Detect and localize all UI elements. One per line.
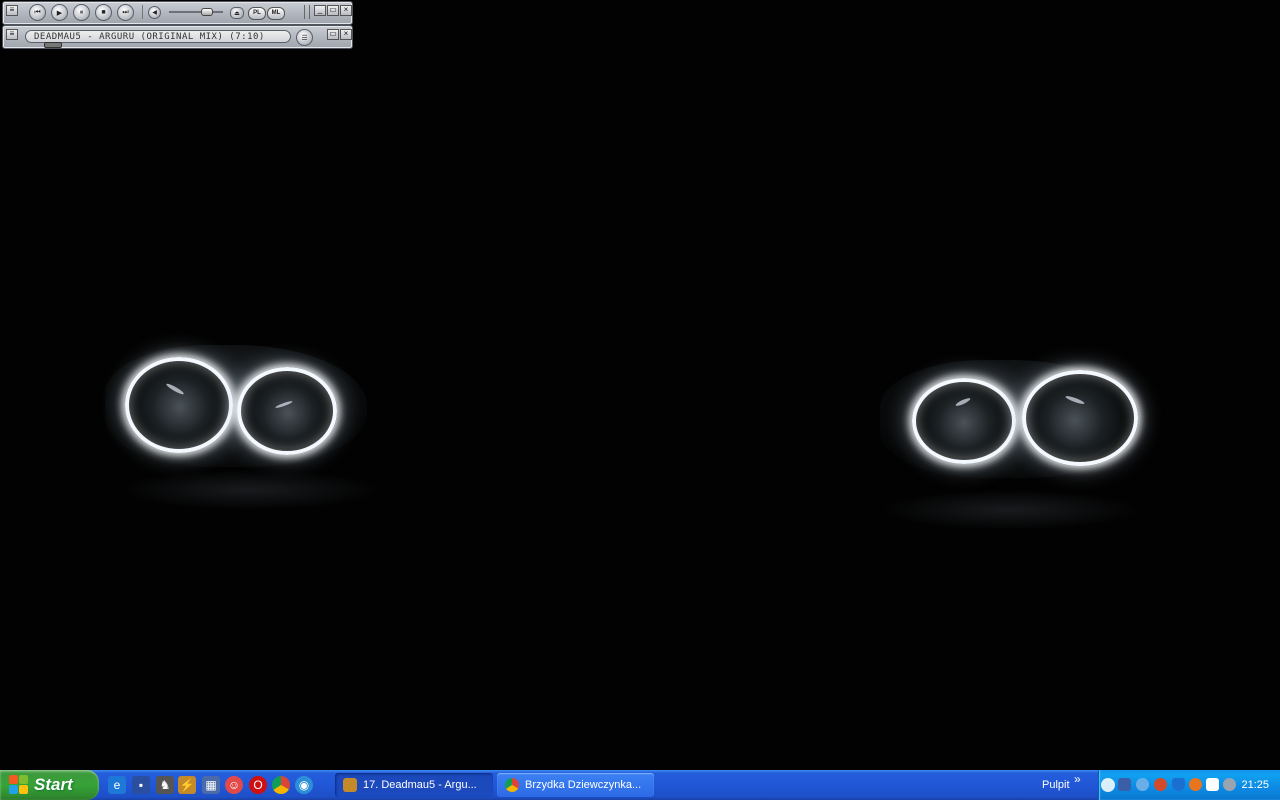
task-winamp[interactable]: 17. Deadmau5 - Argu...	[335, 773, 493, 797]
media-library-toggle[interactable]: ML	[267, 7, 285, 20]
windows-logo-icon	[9, 775, 29, 795]
playlist-icon[interactable]: ☰	[296, 29, 313, 46]
clock[interactable]: 21:25	[1241, 770, 1269, 800]
network-icon[interactable]	[1118, 778, 1131, 791]
title-close-button[interactable]: ×	[340, 29, 352, 40]
title-minimize-button[interactable]: ▭	[327, 29, 339, 40]
speaker-icon[interactable]	[1223, 778, 1236, 791]
media-icon[interactable]: ♞	[156, 776, 174, 794]
right-headlight	[880, 360, 1150, 490]
start-button[interactable]: Start	[0, 770, 99, 800]
eject-button[interactable]: ⏏	[230, 7, 244, 19]
network-icon[interactable]: ▦	[202, 776, 220, 794]
seek-knob[interactable]	[43, 42, 62, 48]
volume-slider[interactable]	[169, 8, 223, 16]
playlist-toggle[interactable]: PL	[248, 7, 266, 20]
game-icon[interactable]: ☺	[225, 776, 243, 794]
shade-button[interactable]: ▭	[327, 5, 339, 16]
system-tray: 21:25	[1098, 770, 1280, 800]
next-button[interactable]: ⏭	[117, 4, 134, 21]
toolbar-chevron-icon[interactable]: »	[1074, 772, 1081, 786]
ie-icon[interactable]: e	[108, 776, 126, 794]
settings-icon[interactable]	[1154, 778, 1167, 791]
play-button[interactable]: ▶	[51, 4, 68, 21]
chrome-icon[interactable]	[272, 776, 290, 794]
start-label: Start	[34, 775, 73, 794]
taskbar: Start e ▪ ♞ ⚡ ▦ ☺ O ◉ 17. Deadmau5 - Arg…	[0, 770, 1280, 800]
stop-button[interactable]: ■	[95, 4, 112, 21]
volume-icon[interactable]: ◀	[148, 6, 161, 19]
update-icon[interactable]	[1136, 778, 1149, 791]
song-title-display[interactable]: DEADMAU5 - ARGURU (ORIGINAL MIX) (7:10)	[25, 30, 291, 43]
task-chrome[interactable]: Brzydka Dziewczynka...	[497, 773, 654, 797]
left-headlight	[105, 345, 375, 475]
winamp-main-window[interactable]: ≡ ⏮ ▶ ⏸ ■ ⏭ ◀ ⏏ PL ML _ ▭ ×	[2, 1, 353, 25]
minimize-button[interactable]: _	[314, 5, 326, 16]
task-label: Brzydka Dziewczynka...	[525, 779, 642, 791]
pause-button[interactable]: ⏸	[73, 4, 90, 21]
opera-icon[interactable]: O	[249, 776, 267, 794]
previous-button[interactable]: ⏮	[29, 4, 46, 21]
firefox-icon[interactable]	[1189, 778, 1202, 791]
winamp-menu-icon[interactable]: ≡	[6, 5, 18, 16]
earth-icon[interactable]: ◉	[295, 776, 313, 794]
desktop-wallpaper	[0, 0, 1280, 770]
task-label: 17. Deadmau5 - Argu...	[363, 779, 477, 791]
separator	[142, 5, 143, 19]
winamp-options-icon[interactable]: ≡	[6, 29, 18, 40]
close-button[interactable]: ×	[340, 5, 352, 16]
back-arrow-icon[interactable]	[1101, 778, 1115, 792]
winamp-title-bar[interactable]: ≡ DEADMAU5 - ARGURU (ORIGINAL MIX) (7:10…	[2, 25, 353, 49]
volume-knob[interactable]	[200, 8, 213, 16]
save-icon[interactable]: ▪	[132, 776, 150, 794]
seek-bar[interactable]	[29, 42, 287, 48]
desktop-toolbar-label[interactable]: Pulpit	[1042, 770, 1070, 800]
shield-icon[interactable]	[1172, 778, 1185, 791]
winamp-icon[interactable]: ⚡	[178, 776, 196, 794]
mail-icon[interactable]	[1206, 778, 1219, 791]
winamp-icon	[343, 778, 357, 792]
chrome-icon	[505, 778, 519, 792]
grip	[304, 5, 310, 19]
